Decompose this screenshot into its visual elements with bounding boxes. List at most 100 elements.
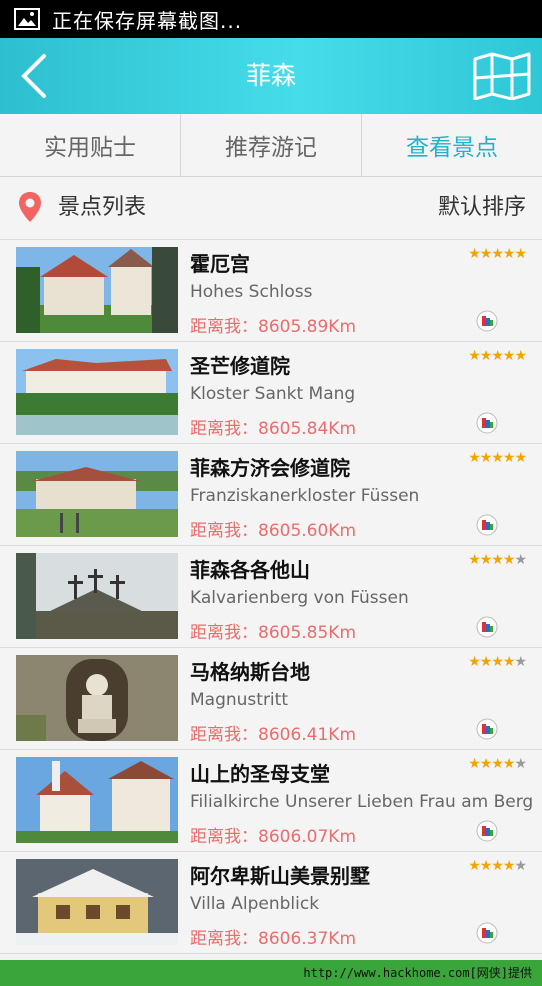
audio-guide-icon[interactable] (476, 718, 498, 740)
attraction-photo (16, 859, 178, 945)
star-filled-icon: ★ (491, 654, 504, 670)
star-filled-icon: ★ (502, 858, 516, 874)
star-filled-icon: ★ (479, 756, 493, 772)
tab-bar: 实用贴士 推荐游记 查看景点 (0, 114, 542, 177)
attraction-list: 霍厄宫 Hohes Schloss 距离我：8605.89Km ★★★★★ 圣芒… (0, 240, 542, 954)
audio-guide-icon[interactable] (476, 310, 498, 332)
star-empty-icon: ★ (514, 858, 527, 874)
status-text: 正在保存屏幕截图... (52, 8, 243, 33)
star-rating: ★★★★★ (468, 348, 527, 364)
star-empty-icon: ★ (514, 756, 527, 772)
attraction-name: 山上的圣母支堂 (190, 762, 330, 786)
star-filled-icon: ★ (468, 246, 481, 262)
star-filled-icon: ★ (502, 654, 516, 670)
star-filled-icon: ★ (491, 756, 504, 772)
attraction-subtitle: Franziskanerkloster Füssen (190, 486, 420, 506)
list-header: 景点列表 默认排序 (0, 177, 542, 240)
audio-guide-icon[interactable] (476, 412, 498, 434)
list-item[interactable]: 圣芒修道院 Kloster Sankt Mang 距离我：8605.84Km ★… (0, 342, 542, 444)
attraction-photo (16, 553, 178, 639)
app-header: 菲森 (0, 38, 542, 114)
attraction-name: 霍厄宫 (190, 252, 250, 276)
star-filled-icon: ★ (491, 450, 504, 466)
attraction-distance: 距离我：8605.89Km (190, 317, 357, 337)
attraction-name: 菲森各各他山 (190, 558, 310, 582)
attraction-photo (16, 349, 178, 435)
star-filled-icon: ★ (514, 450, 527, 466)
audio-guide-icon[interactable] (476, 514, 498, 536)
attraction-photo (16, 247, 178, 333)
star-empty-icon: ★ (514, 552, 527, 568)
list-item[interactable]: 山上的圣母支堂 Filialkirche Unserer Lieben Frau… (0, 750, 542, 852)
star-filled-icon: ★ (479, 450, 493, 466)
list-item[interactable]: 霍厄宫 Hohes Schloss 距离我：8605.89Km ★★★★★ (0, 240, 542, 342)
attraction-distance: 距离我：8605.84Km (190, 419, 357, 439)
page-title: 菲森 (245, 61, 296, 90)
audio-guide-icon[interactable] (476, 922, 498, 944)
star-filled-icon: ★ (491, 552, 504, 568)
attraction-subtitle: Kloster Sankt Mang (190, 384, 356, 404)
star-rating: ★★★★★ (468, 450, 527, 466)
star-filled-icon: ★ (502, 756, 516, 772)
star-rating: ★★★★★ (468, 654, 527, 670)
attraction-name: 圣芒修道院 (190, 354, 290, 378)
star-filled-icon: ★ (502, 246, 516, 262)
attraction-photo (16, 451, 178, 537)
attraction-subtitle: Filialkirche Unserer Lieben Frau am Berg (190, 792, 534, 812)
attraction-distance: 距离我：8605.85Km (190, 623, 357, 643)
list-title: 景点列表 (58, 195, 147, 220)
list-item[interactable]: 菲森方济会修道院 Franziskanerkloster Füssen 距离我：… (0, 444, 542, 546)
status-bar: 正在保存屏幕截图... (0, 0, 542, 38)
star-rating: ★★★★★ (468, 756, 527, 772)
star-filled-icon: ★ (479, 552, 493, 568)
star-filled-icon: ★ (468, 450, 481, 466)
tab-tips[interactable]: 实用贴士 (0, 114, 181, 176)
attraction-name: 菲森方济会修道院 (190, 456, 350, 480)
star-filled-icon: ★ (491, 858, 504, 874)
star-filled-icon: ★ (468, 756, 481, 772)
star-filled-icon: ★ (468, 552, 481, 568)
star-filled-icon: ★ (502, 552, 516, 568)
tab-attractions[interactable]: 查看景点 (362, 114, 542, 176)
attraction-photo (16, 757, 178, 843)
star-filled-icon: ★ (468, 348, 481, 364)
tab-travel-notes[interactable]: 推荐游记 (181, 114, 362, 176)
location-pin-icon (19, 192, 41, 222)
list-item[interactable]: 阿尔卑斯山美景别墅 Villa Alpenblick 距离我：8606.37Km… (0, 852, 542, 954)
star-rating: ★★★★★ (468, 858, 527, 874)
star-filled-icon: ★ (479, 858, 493, 874)
star-filled-icon: ★ (491, 348, 504, 364)
list-item[interactable]: 菲森各各他山 Kalvarienberg von Füssen 距离我：8605… (0, 546, 542, 648)
star-filled-icon: ★ (479, 348, 493, 364)
star-filled-icon: ★ (514, 348, 527, 364)
attraction-subtitle: Villa Alpenblick (190, 894, 320, 914)
star-filled-icon: ★ (514, 246, 527, 262)
attraction-subtitle: Magnustritt (190, 690, 288, 710)
watermark-text: http://www.hackhome.com[网侠]提供 (303, 966, 532, 980)
sort-button[interactable]: 默认排序 (438, 177, 526, 239)
attraction-name: 马格纳斯台地 (190, 660, 310, 684)
attraction-name: 阿尔卑斯山美景别墅 (190, 864, 370, 888)
attraction-photo (16, 655, 178, 741)
bottom-bar: http://www.hackhome.com[网侠]提供 (0, 960, 542, 986)
star-filled-icon: ★ (468, 654, 481, 670)
attraction-distance: 距离我：8606.07Km (190, 827, 357, 847)
audio-guide-icon[interactable] (476, 820, 498, 842)
attraction-subtitle: Kalvarienberg von Füssen (190, 588, 409, 608)
star-rating: ★★★★★ (468, 552, 527, 568)
star-empty-icon: ★ (514, 654, 527, 670)
star-rating: ★★★★★ (468, 246, 527, 262)
image-icon (14, 8, 40, 30)
audio-guide-icon[interactable] (476, 616, 498, 638)
attraction-distance: 距离我：8606.37Km (190, 929, 357, 949)
star-filled-icon: ★ (502, 348, 516, 364)
attraction-distance: 距离我：8605.60Km (190, 521, 357, 541)
star-filled-icon: ★ (479, 246, 493, 262)
attraction-subtitle: Hohes Schloss (190, 282, 313, 302)
star-filled-icon: ★ (491, 246, 504, 262)
list-item[interactable]: 马格纳斯台地 Magnustritt 距离我：8606.41Km ★★★★★ (0, 648, 542, 750)
map-icon[interactable] (472, 52, 532, 100)
star-filled-icon: ★ (502, 450, 516, 466)
attraction-distance: 距离我：8606.41Km (190, 725, 357, 745)
star-filled-icon: ★ (468, 858, 481, 874)
